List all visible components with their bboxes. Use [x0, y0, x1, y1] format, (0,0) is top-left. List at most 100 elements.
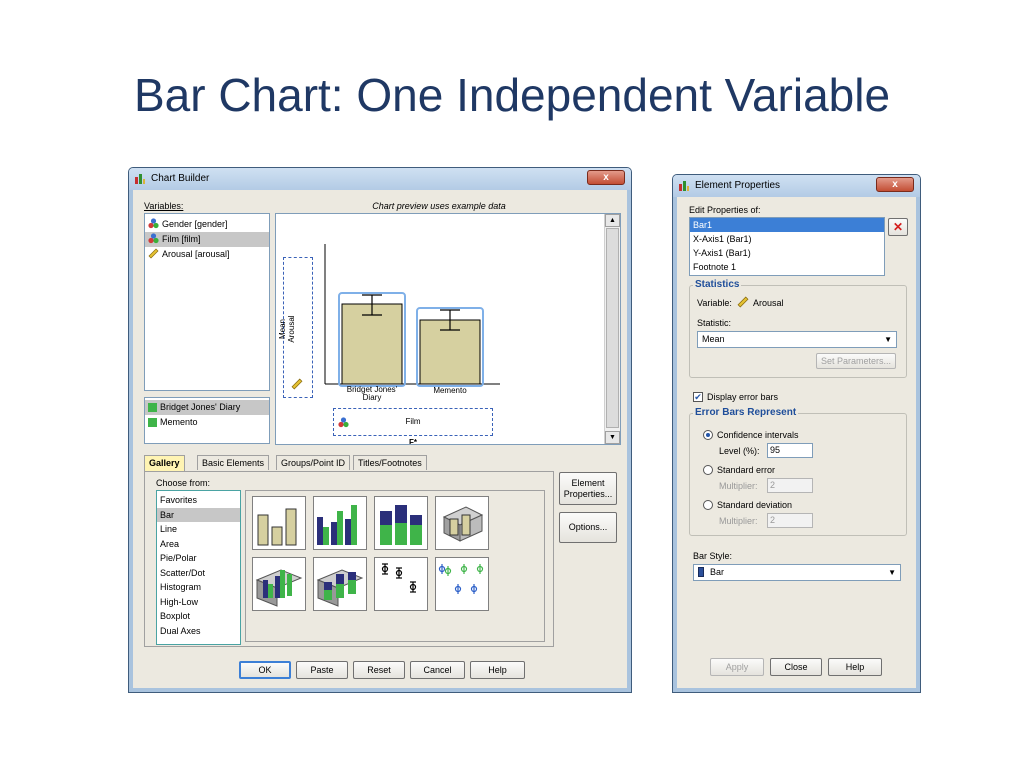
- statistic-select[interactable]: Mean ▼: [697, 331, 897, 348]
- confidence-intervals-label: Confidence intervals: [717, 430, 799, 440]
- chart-builder-window: Chart Builder x Variables: Gender [gende…: [128, 167, 632, 693]
- element-properties-titlebar: Element Properties x: [673, 175, 920, 197]
- gallery-clustered-bar-icon[interactable]: [313, 496, 367, 550]
- multiplier-sd-input[interactable]: 2: [767, 513, 813, 528]
- bar-style-value: Bar: [710, 567, 725, 577]
- confidence-intervals-radio[interactable]: [703, 430, 713, 440]
- variable-label: Gender [gender]: [162, 219, 228, 229]
- gallery-3d-bar-icon[interactable]: [435, 496, 489, 550]
- element-properties-window: Element Properties x Edit Properties of:…: [672, 174, 921, 693]
- preview-scrollbar[interactable]: ▲ ▼: [604, 214, 620, 444]
- x-axis-drop-zone[interactable]: Film: [333, 408, 493, 436]
- variable-item-arousal[interactable]: Arousal [arousal]: [145, 247, 269, 262]
- element-properties-button[interactable]: Element Properties...: [559, 472, 617, 505]
- ok-button[interactable]: OK: [239, 661, 291, 679]
- gallery-clustered-error-bar-icon[interactable]: [435, 557, 489, 611]
- x-axis-cut-text: F*: [409, 438, 417, 445]
- tab-gallery[interactable]: Gallery: [144, 455, 185, 471]
- element-properties-client: Edit Properties of: Bar1 X-Axis1 (Bar1) …: [677, 197, 916, 688]
- paste-button[interactable]: Paste: [296, 661, 348, 679]
- scroll-thumb[interactable]: [606, 228, 619, 428]
- chart-builder-app-icon: [135, 174, 145, 184]
- tab-groups-point-id[interactable]: Groups/Point ID: [276, 455, 351, 470]
- variable-label: Film [film]: [162, 234, 201, 244]
- element-item-footnote1[interactable]: Footnote 1: [690, 260, 884, 274]
- choose-item-bar[interactable]: Bar: [157, 507, 240, 522]
- element-properties-close-button[interactable]: x: [876, 177, 914, 192]
- reset-button[interactable]: Reset: [353, 661, 405, 679]
- choose-item-area[interactable]: Area: [157, 537, 240, 552]
- multiplier-sd-label: Multiplier:: [719, 516, 758, 526]
- variable-label: Arousal [arousal]: [162, 249, 230, 259]
- choose-from-list[interactable]: Favorites Bar Line Area Pie/Polar Scatte…: [156, 490, 241, 645]
- nominal-icon: [148, 218, 159, 229]
- element-item-bar1[interactable]: Bar1: [690, 218, 884, 232]
- scale-ruler-icon: [148, 248, 159, 259]
- element-properties-app-icon: [679, 181, 689, 191]
- category-swatch-icon: [148, 403, 157, 412]
- cancel-button[interactable]: Cancel: [410, 661, 465, 679]
- gallery-stacked-bar-icon[interactable]: [374, 496, 428, 550]
- apply-button[interactable]: Apply: [710, 658, 764, 676]
- chart-builder-close-button[interactable]: x: [587, 170, 625, 185]
- gallery-3d-clustered-bar-icon[interactable]: [252, 557, 306, 611]
- choose-item-histogram[interactable]: Histogram: [157, 580, 240, 595]
- x-category-1-label: Bridget Jones' Diary: [338, 386, 406, 402]
- nominal-icon: [148, 233, 159, 244]
- standard-deviation-label: Standard deviation: [717, 500, 793, 510]
- variable-label: Variable:: [697, 298, 732, 308]
- choose-item-line[interactable]: Line: [157, 522, 240, 537]
- choose-from-label: Choose from:: [156, 478, 211, 488]
- statistics-title: Statistics: [693, 279, 742, 290]
- choose-item-boxplot[interactable]: Boxplot: [157, 609, 240, 624]
- multiplier-se-label: Multiplier:: [719, 481, 758, 491]
- bar-style-label: Bar Style:: [693, 551, 733, 561]
- variables-label: Variables:: [144, 201, 184, 211]
- element-properties-title: Element Properties: [695, 180, 781, 191]
- choose-item-pie-polar[interactable]: Pie/Polar: [157, 551, 240, 566]
- display-error-bars-checkbox[interactable]: ✔: [693, 392, 703, 402]
- gallery-3d-stacked-bar-icon[interactable]: [313, 557, 367, 611]
- scroll-down-arrow-icon[interactable]: ▼: [605, 431, 620, 444]
- tab-basic-elements[interactable]: Basic Elements: [197, 455, 270, 470]
- variable-value: Arousal: [753, 298, 784, 308]
- gallery-simple-error-bar-icon[interactable]: [374, 557, 428, 611]
- chart-preview-canvas[interactable]: Mean Arousal Bridget Jones' Diary Mement…: [275, 213, 621, 445]
- slide-title: Bar Chart: One Independent Variable: [133, 69, 891, 121]
- options-button[interactable]: Options...: [559, 512, 617, 543]
- tab-strip: Gallery Basic Elements Groups/Point ID T…: [144, 455, 544, 471]
- level-input[interactable]: 95: [767, 443, 813, 458]
- standard-error-label: Standard error: [717, 465, 776, 475]
- category-swatch-icon: [148, 418, 157, 427]
- gallery-simple-bar-icon[interactable]: [252, 496, 306, 550]
- x-category-1-line2: Diary: [362, 393, 382, 402]
- display-error-bars-label: Display error bars: [707, 392, 779, 402]
- element-item-x-axis1[interactable]: X-Axis1 (Bar1): [690, 232, 884, 246]
- standard-deviation-radio[interactable]: [703, 500, 713, 510]
- scroll-up-arrow-icon[interactable]: ▲: [605, 214, 620, 227]
- choose-item-high-low[interactable]: High-Low: [157, 595, 240, 610]
- set-parameters-button[interactable]: Set Parameters...: [816, 353, 896, 369]
- category-item: Memento: [145, 415, 269, 430]
- multiplier-se-input[interactable]: 2: [767, 478, 813, 493]
- choose-item-favorites[interactable]: Favorites: [157, 493, 240, 508]
- help-button[interactable]: Help: [470, 661, 525, 679]
- variable-item-gender[interactable]: Gender [gender]: [145, 217, 269, 232]
- variable-item-film[interactable]: Film [film]: [145, 232, 269, 247]
- scale-ruler-icon: [737, 296, 749, 308]
- variables-list[interactable]: Gender [gender] Film [film] Arousal [aro…: [144, 213, 270, 391]
- tab-titles-footnotes[interactable]: Titles/Footnotes: [353, 455, 427, 470]
- chart-builder-title: Chart Builder: [151, 173, 210, 184]
- choose-item-scatter-dot[interactable]: Scatter/Dot: [157, 566, 240, 581]
- choose-item-dual-axes[interactable]: Dual Axes: [157, 624, 240, 639]
- delete-element-button[interactable]: ✕: [888, 218, 908, 236]
- category-item: Bridget Jones' Diary: [145, 400, 269, 415]
- help-button[interactable]: Help: [828, 658, 882, 676]
- close-button[interactable]: Close: [770, 658, 822, 676]
- bar-style-select[interactable]: Bar ▼: [693, 564, 901, 581]
- bar-bridget: [341, 303, 403, 385]
- standard-error-radio[interactable]: [703, 465, 713, 475]
- x-drop-label: Film: [405, 417, 421, 426]
- element-item-y-axis1[interactable]: Y-Axis1 (Bar1): [690, 246, 884, 260]
- elements-list[interactable]: Bar1 X-Axis1 (Bar1) Y-Axis1 (Bar1) Footn…: [689, 217, 885, 276]
